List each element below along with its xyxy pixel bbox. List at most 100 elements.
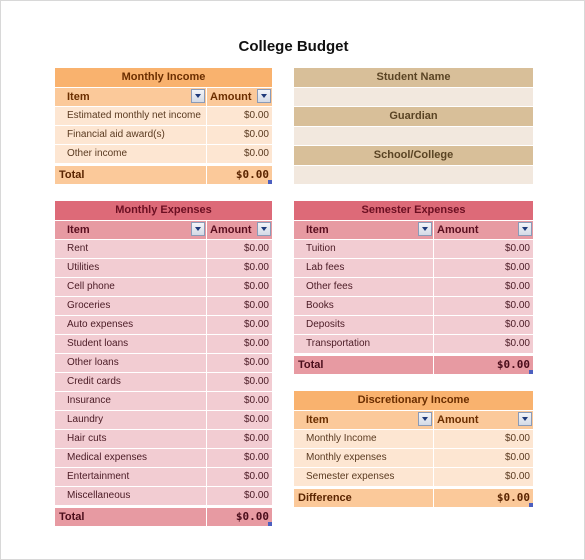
table-row: Rent $0.00 (55, 239, 272, 258)
item-filter-button[interactable] (191, 222, 205, 236)
table-row: Cell phone $0.00 (55, 277, 272, 296)
amount-cell[interactable]: $0.00 (207, 335, 272, 353)
amount-cell[interactable]: $0.00 (207, 411, 272, 429)
amount-filter-button[interactable] (518, 412, 532, 426)
item-cell[interactable]: Insurance (55, 392, 207, 410)
amount-cell[interactable]: $0.00 (207, 468, 272, 486)
table-row: Books $0.00 (294, 296, 533, 315)
amount-cell[interactable]: $0.00 (207, 297, 272, 315)
table-resize-handle-icon[interactable] (529, 503, 533, 507)
student-name-field[interactable] (294, 87, 533, 107)
amount-cell[interactable]: $0.00 (434, 449, 533, 467)
amount-cell[interactable]: $0.00 (434, 316, 533, 334)
item-cell[interactable]: Transportation (294, 335, 434, 353)
amount-cell[interactable]: $0.00 (207, 316, 272, 334)
item-cell[interactable]: Other income (55, 145, 207, 163)
column-header-item[interactable]: Item (294, 411, 434, 429)
amount-cell[interactable]: $0.00 (207, 449, 272, 467)
item-cell[interactable]: Other fees (294, 278, 434, 296)
item-cell[interactable]: Financial aid award(s) (55, 126, 207, 144)
column-header-item[interactable]: Item (55, 221, 207, 239)
item-cell[interactable]: Groceries (55, 297, 207, 315)
amount-cell[interactable]: $0.00 (434, 468, 533, 486)
total-label: Total (294, 356, 434, 374)
monthly-income-total-row: Total $0.00 (55, 165, 272, 184)
amount-cell[interactable]: $0.00 (207, 240, 272, 258)
item-cell[interactable]: Credit cards (55, 373, 207, 391)
item-cell[interactable]: Estimated monthly net income (55, 107, 207, 125)
item-cell[interactable]: Medical expenses (55, 449, 207, 467)
guardian-label: Guardian (294, 107, 533, 126)
column-header-amount-label: Amount (437, 414, 479, 426)
amount-filter-button[interactable] (257, 89, 271, 103)
item-cell[interactable]: Deposits (294, 316, 434, 334)
table-resize-handle-icon[interactable] (268, 180, 272, 184)
column-header-item[interactable]: Item (55, 88, 207, 106)
item-cell[interactable]: Miscellaneous (55, 487, 207, 505)
item-filter-button[interactable] (418, 222, 432, 236)
total-value-text: $0.00 (235, 168, 269, 181)
total-value: $0.00 (434, 489, 533, 507)
semester-expenses-total-row: Total $0.00 (294, 355, 533, 374)
amount-cell[interactable]: $0.00 (434, 240, 533, 258)
item-cell[interactable]: Cell phone (55, 278, 207, 296)
amount-cell[interactable]: $0.00 (207, 354, 272, 372)
column-header-amount[interactable]: Amount (207, 221, 272, 239)
filter-dropdown-icon (422, 227, 428, 231)
item-cell[interactable]: Monthly expenses (294, 449, 434, 467)
table-resize-handle-icon[interactable] (529, 370, 533, 374)
amount-cell[interactable]: $0.00 (207, 145, 272, 163)
student-name-label: Student Name (294, 68, 533, 87)
item-filter-button[interactable] (418, 412, 432, 426)
amount-filter-button[interactable] (257, 222, 271, 236)
amount-cell[interactable]: $0.00 (207, 487, 272, 505)
item-cell[interactable]: Student loans (55, 335, 207, 353)
column-header-amount-label: Amount (210, 224, 252, 236)
amount-cell[interactable]: $0.00 (207, 259, 272, 277)
column-header-amount[interactable]: Amount (207, 88, 272, 106)
amount-filter-button[interactable] (518, 222, 532, 236)
filter-dropdown-icon (522, 417, 528, 421)
table-row: Entertainment $0.00 (55, 467, 272, 486)
column-header-amount[interactable]: Amount (434, 221, 533, 239)
item-cell[interactable]: Auto expenses (55, 316, 207, 334)
amount-cell[interactable]: $0.00 (207, 392, 272, 410)
monthly-income-header-row: Item Amount (55, 87, 272, 106)
table-row: Semester expenses $0.00 (294, 467, 533, 486)
column-header-amount[interactable]: Amount (434, 411, 533, 429)
item-cell[interactable]: Monthly Income (294, 430, 434, 448)
item-cell[interactable]: Tuition (294, 240, 434, 258)
item-cell[interactable]: Rent (55, 240, 207, 258)
amount-cell[interactable]: $0.00 (207, 278, 272, 296)
school-college-field[interactable] (294, 165, 533, 185)
column-header-item[interactable]: Item (294, 221, 434, 239)
page-title: College Budget (238, 38, 349, 55)
item-cell[interactable]: Hair cuts (55, 430, 207, 448)
column-header-amount-label: Amount (210, 91, 252, 103)
total-value: $0.00 (434, 356, 533, 374)
amount-cell[interactable]: $0.00 (207, 107, 272, 125)
item-cell[interactable]: Lab fees (294, 259, 434, 277)
amount-cell[interactable]: $0.00 (207, 430, 272, 448)
guardian-field[interactable] (294, 126, 533, 146)
item-cell[interactable]: Laundry (55, 411, 207, 429)
item-filter-button[interactable] (191, 89, 205, 103)
amount-cell[interactable]: $0.00 (434, 430, 533, 448)
amount-cell[interactable]: $0.00 (434, 335, 533, 353)
amount-cell[interactable]: $0.00 (434, 278, 533, 296)
table-row: Estimated monthly net income $0.00 (55, 106, 272, 125)
item-cell[interactable]: Books (294, 297, 434, 315)
item-cell[interactable]: Other loans (55, 354, 207, 372)
item-cell[interactable]: Entertainment (55, 468, 207, 486)
table-row: Utilities $0.00 (55, 258, 272, 277)
item-cell[interactable]: Semester expenses (294, 468, 434, 486)
table-row: Tuition $0.00 (294, 239, 533, 258)
filter-dropdown-icon (195, 94, 201, 98)
table-resize-handle-icon[interactable] (268, 522, 272, 526)
item-cell[interactable]: Utilities (55, 259, 207, 277)
amount-cell[interactable]: $0.00 (434, 259, 533, 277)
amount-cell[interactable]: $0.00 (434, 297, 533, 315)
total-value: $0.00 (207, 166, 272, 184)
amount-cell[interactable]: $0.00 (207, 126, 272, 144)
amount-cell[interactable]: $0.00 (207, 373, 272, 391)
